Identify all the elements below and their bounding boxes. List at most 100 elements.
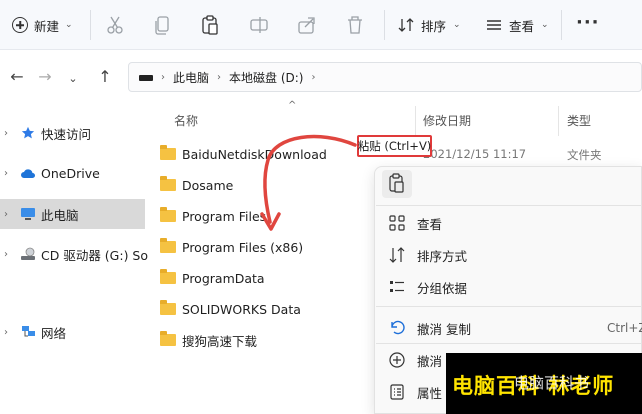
drive-icon <box>139 75 153 81</box>
file-name: 搜狗高速下载 <box>182 333 258 349</box>
sort-button[interactable]: 排序 ⌄ <box>398 12 461 38</box>
paste-icon <box>389 173 404 193</box>
add-circle-icon <box>389 352 405 368</box>
cloud-icon <box>21 169 35 178</box>
menu-item-group-by[interactable]: 分组依据 <box>388 275 467 299</box>
sort-caret-icon: ^ <box>288 100 297 111</box>
column-divider[interactable] <box>558 106 559 136</box>
sidebar-item-network[interactable]: › 网络 <box>0 317 145 347</box>
folder-icon <box>160 269 176 284</box>
forward-arrow-icon[interactable]: → <box>36 68 54 86</box>
view-button[interactable]: 查看 ⌄ <box>486 12 549 38</box>
folder-icon <box>160 176 176 191</box>
expand-chevron-icon[interactable]: › <box>4 327 8 338</box>
cd-drive-icon <box>21 247 35 260</box>
network-icon <box>22 326 35 337</box>
share-icon[interactable] <box>296 14 318 36</box>
sidebar-item-quick-access[interactable]: › 快速访问 <box>0 118 145 148</box>
menu-item-properties[interactable]: 属性 <box>388 380 442 404</box>
rename-icon[interactable] <box>248 14 270 36</box>
expand-chevron-icon[interactable]: › <box>4 168 8 179</box>
watermark-subtext: 电脑百科书 <box>514 374 590 392</box>
breadcrumb-chevron-icon: › <box>311 71 316 83</box>
menu-divider <box>376 343 642 344</box>
menu-item-undo-copy[interactable]: 撤消 复制 <box>388 316 471 340</box>
view-list-icon <box>487 20 501 30</box>
file-row-sogou-download[interactable]: 搜狗高速下载 <box>160 326 360 354</box>
monitor-icon <box>21 208 35 220</box>
sidebar-item-label: 此电脑 <box>41 207 79 223</box>
chevron-down-icon: ⌄ <box>65 20 73 30</box>
more-options-button[interactable]: ··· <box>576 12 600 33</box>
address-bar[interactable]: › 此电脑 › 本地磁盘 (D:) › <box>128 62 642 92</box>
menu-item-undo[interactable]: 撤消 <box>388 348 442 372</box>
delete-icon[interactable] <box>344 14 366 36</box>
file-name: Program Files <box>182 208 267 224</box>
file-row-program-files[interactable]: Program Files <box>160 202 360 230</box>
sidebar-item-cd-drive[interactable]: › CD 驱动器 (G:) So <box>0 239 149 269</box>
paste-tooltip: 粘贴 (Ctrl+V) <box>357 135 432 157</box>
file-row-dosame[interactable]: Dosame <box>160 171 360 199</box>
breadcrumb-this-pc[interactable]: 此电脑 <box>173 69 209 86</box>
cut-icon[interactable] <box>104 14 126 36</box>
copy-icon[interactable] <box>152 14 174 36</box>
sidebar-item-label: 网络 <box>41 325 67 341</box>
menu-item-label: 属性 <box>417 385 443 401</box>
column-header-type[interactable]: 类型 <box>567 112 591 129</box>
new-button-label: 新建 <box>34 18 60 34</box>
chevron-down-icon: ⌄ <box>453 20 461 30</box>
new-button[interactable]: 新建 ⌄ <box>12 12 73 38</box>
file-name: Dosame <box>182 177 234 193</box>
menu-item-shortcut: Ctrl+Z <box>607 321 642 335</box>
sidebar-item-label: CD 驱动器 (G:) So <box>41 247 149 263</box>
file-name: Program Files (x86) <box>182 239 304 255</box>
up-arrow-icon[interactable]: ↑ <box>96 68 114 86</box>
properties-icon <box>390 384 404 400</box>
file-name: SOLIDWORKS Data <box>182 301 301 317</box>
menu-item-label: 分组依据 <box>417 280 468 296</box>
grid-icon <box>389 215 405 231</box>
file-row-solidworks-data[interactable]: SOLIDWORKS Data <box>160 295 360 323</box>
breadcrumb: › 此电脑 › 本地磁盘 (D:) › <box>161 63 315 91</box>
folder-icon <box>160 145 176 160</box>
file-row-programdata[interactable]: ProgramData <box>160 264 360 292</box>
menu-item-view[interactable]: 查看 <box>388 211 442 235</box>
folder-icon <box>160 300 176 315</box>
file-row-program-files-x86[interactable]: Program Files (x86) <box>160 233 360 261</box>
column-divider[interactable] <box>415 106 416 136</box>
column-header-date[interactable]: 修改日期 <box>423 112 471 129</box>
recent-chevron-icon[interactable]: ⌄ <box>64 68 82 86</box>
menu-item-sort-by[interactable]: 排序方式 <box>388 243 467 267</box>
paste-icon[interactable] <box>199 14 221 36</box>
expand-chevron-icon[interactable]: › <box>4 209 8 220</box>
file-type: 文件夹 <box>567 148 602 162</box>
menu-item-label: 撤消 复制 <box>417 321 471 337</box>
column-header-name[interactable]: 名称 <box>174 112 198 129</box>
view-button-label: 查看 <box>509 18 535 34</box>
folder-icon <box>160 331 176 346</box>
toolbar-divider <box>561 10 562 40</box>
expand-chevron-icon[interactable]: › <box>4 128 8 139</box>
menu-item-label: 查看 <box>417 216 443 232</box>
menu-divider <box>376 205 642 206</box>
back-arrow-icon[interactable]: ← <box>8 68 26 86</box>
undo-icon <box>391 320 405 335</box>
sort-button-label: 排序 <box>421 18 447 34</box>
sidebar-item-this-pc[interactable]: › 此电脑 <box>0 199 145 229</box>
menu-item-label: 撤消 <box>417 353 443 369</box>
sidebar-item-label: OneDrive <box>41 165 100 181</box>
command-bar: 新建 ⌄ 排序 ⌄ 查看 ⌄ ··· <box>0 0 642 50</box>
breadcrumb-chevron-icon: › <box>161 71 165 83</box>
toolbar-divider <box>384 10 385 40</box>
sort-icon <box>389 247 405 263</box>
plus-circle-icon <box>12 17 28 33</box>
file-name: ProgramData <box>182 270 265 286</box>
sidebar-item-onedrive[interactable]: › OneDrive <box>0 158 145 188</box>
file-row-baidunetdiskdownload[interactable]: BaiduNetdiskDownload <box>160 140 360 168</box>
file-name: BaiduNetdiskDownload <box>182 146 327 162</box>
context-paste-button[interactable] <box>382 170 412 198</box>
breadcrumb-drive-d[interactable]: 本地磁盘 (D:) <box>229 69 303 86</box>
file-date: 2021/12/15 11:17 <box>423 147 527 161</box>
expand-chevron-icon[interactable]: › <box>4 249 8 260</box>
menu-divider <box>376 306 642 307</box>
